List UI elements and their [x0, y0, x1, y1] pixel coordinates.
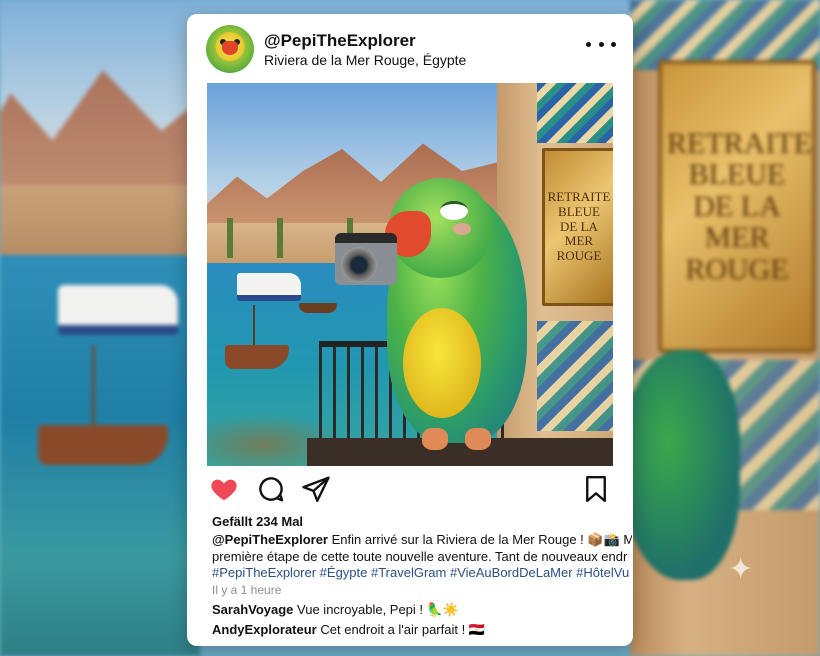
- avatar-beak: [222, 41, 238, 55]
- bg-town: [0, 185, 200, 265]
- caption-hashtags[interactable]: #PepiTheExplorer #Égypte #TravelGram #Vi…: [212, 565, 632, 582]
- post-photo[interactable]: RETRAITE BLEUE DE LA MER ROUGE: [207, 83, 613, 466]
- photo-palm: [277, 218, 283, 258]
- post-actions: [207, 474, 613, 508]
- bg-mast: [92, 345, 95, 435]
- photo-boat: [299, 303, 337, 313]
- more-options-button[interactable]: [586, 34, 616, 54]
- photo-yacht: [237, 273, 301, 301]
- dot: [586, 41, 591, 47]
- photo-parrot-belly: [403, 308, 481, 418]
- photo-mast: [253, 305, 255, 347]
- photo-parrot-foot: [422, 428, 448, 450]
- comment-text: Vue incroyable, Pepi ! 🦜☀️: [297, 602, 460, 617]
- comment-row: SarahVoyage Vue incroyable, Pepi ! 🦜☀️: [212, 602, 459, 618]
- photo-parrot-eye: [440, 201, 468, 220]
- photo-plaque-line: ROUGE: [556, 248, 602, 264]
- comment-bubble-icon[interactable]: [256, 474, 286, 504]
- bg-plaque-text: RETRAITE BLEUE DE LA MER ROUGE: [667, 126, 812, 286]
- bg-parrot: [620, 350, 740, 580]
- photo-plaque: RETRAITE BLEUE DE LA MER ROUGE: [542, 148, 613, 306]
- photo-camera-lens: [341, 247, 377, 283]
- bg-plaque-line: ROUGE: [685, 252, 789, 286]
- bookmark-icon[interactable]: [581, 474, 611, 504]
- bg-plaque-line: RETRAITE: [667, 126, 812, 160]
- bg-plaque: RETRAITE BLEUE DE LA MER ROUGE: [658, 60, 816, 353]
- heart-filled-icon[interactable]: [209, 474, 239, 504]
- post-location[interactable]: Riviera de la Mer Rouge, Égypte: [264, 52, 466, 68]
- like-count[interactable]: Gefällt 234 Mal: [212, 514, 303, 529]
- sparkle-icon: ✦: [728, 553, 754, 586]
- avatar[interactable]: [206, 25, 254, 73]
- photo-palm: [227, 218, 233, 258]
- photo-parrot-foot: [465, 428, 491, 450]
- photo-plaque-line: DE LA MER: [560, 218, 598, 249]
- comment-row: AndyExplorateur Cet endroit a l'air parf…: [212, 622, 485, 638]
- caption-text: Enfin arrivé sur la Riviera de la Mer Ro…: [331, 532, 632, 547]
- bg-plaque-line: BLEUE: [688, 158, 786, 192]
- photo-tiles-bottom: [537, 321, 613, 431]
- photo-dhow: [225, 345, 289, 369]
- caption-username[interactable]: @PepiTheExplorer: [212, 532, 328, 547]
- bg-plaque-line: DE LA MER: [693, 189, 781, 255]
- post-timestamp: Il y a 1 heure: [212, 583, 282, 597]
- post-card: @PepiTheExplorer Riviera de la Mer Rouge…: [187, 14, 633, 646]
- photo-tiles-top: [537, 83, 613, 143]
- comment-text: Cet endroit a l'air parfait ! 🇪🇬: [320, 622, 486, 637]
- caption-line-2: première étape de cette toute nouvelle a…: [212, 548, 628, 564]
- comment-username[interactable]: SarahVoyage: [212, 602, 293, 617]
- photo-plaque-line: BLEUE: [558, 203, 600, 219]
- bg-yacht: [58, 285, 178, 335]
- post-username[interactable]: @PepiTheExplorer: [264, 31, 416, 51]
- caption-line-1: @PepiTheExplorer Enfin arrivé sur la Riv…: [212, 532, 632, 549]
- bg-dhow: [38, 425, 168, 465]
- photo-plaque-text: RETRAITE BLEUE DE LA MER ROUGE: [547, 188, 611, 265]
- photo-parrot-cheek: [453, 223, 471, 235]
- comment-username[interactable]: AndyExplorateur: [212, 622, 317, 637]
- dot: [611, 41, 616, 47]
- dot: [598, 41, 604, 47]
- photo-plaque-line: RETRAITE: [547, 188, 611, 204]
- send-paper-plane-icon[interactable]: [301, 474, 331, 504]
- post-caption: @PepiTheExplorer Enfin arrivé sur la Riv…: [212, 532, 632, 582]
